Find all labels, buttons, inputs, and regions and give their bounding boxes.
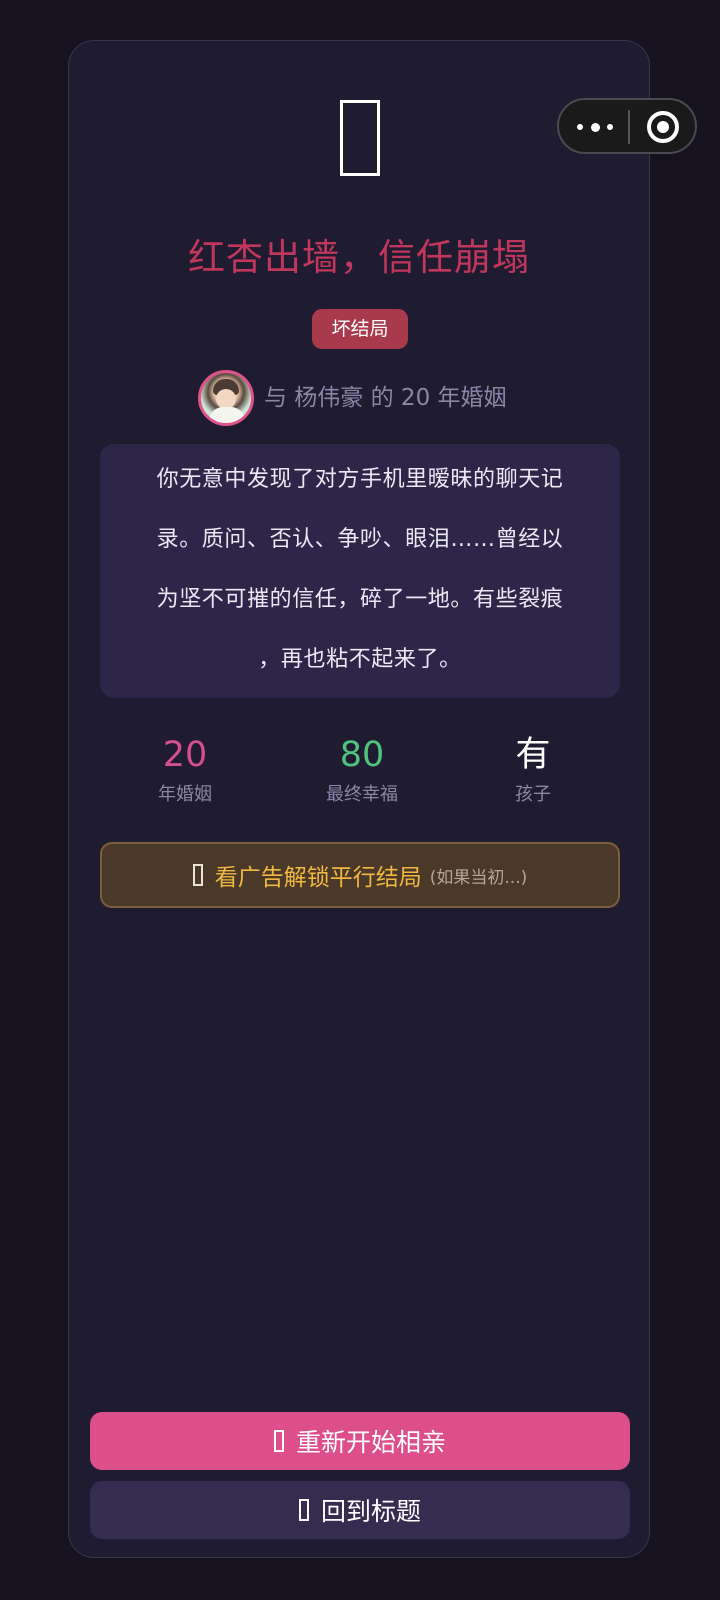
marriage-summary: 与 杨伟豪 的 20 年婚姻: [264, 385, 507, 411]
missing-glyph-icon: [273, 1430, 284, 1452]
missing-glyph-icon: [192, 864, 203, 886]
stat-value: 有: [515, 735, 551, 775]
stat-happiness: 80 最终幸福: [287, 730, 437, 810]
stat-label: 最终幸福: [326, 784, 398, 805]
unlock-label: 看广告解锁平行结局: [214, 865, 422, 891]
missing-glyph-icon: [298, 1499, 309, 1521]
stat-value: 20: [162, 735, 208, 775]
stat-value: 80: [339, 735, 385, 775]
story-line: 为坚不可摧的信任，碎了一地。有些裂痕: [156, 587, 564, 612]
target-close-icon[interactable]: [647, 111, 679, 143]
ending-title: 红杏出墙，信任崩塌: [188, 236, 530, 279]
stat-years: 20 年婚姻: [110, 730, 260, 810]
restart-matchmaking-button[interactable]: 重新开始相亲: [90, 1412, 630, 1470]
stat-label: 年婚姻: [158, 784, 212, 805]
back-to-title-button[interactable]: 回到标题: [90, 1481, 630, 1539]
story-line: 你无意中发现了对方手机里暧昧的聊天记: [156, 467, 564, 492]
story-line: 录。质问、否认、争吵、眼泪……曾经以: [156, 527, 564, 552]
ending-type-badge: 坏结局: [312, 309, 408, 349]
mini-program-capsule: [557, 98, 697, 154]
restart-label: 重新开始相亲: [295, 1428, 446, 1457]
stat-label: 孩子: [515, 784, 551, 805]
unlock-parallel-ending-button[interactable]: 看广告解锁平行结局 (如果当初...): [100, 842, 620, 908]
capsule-divider: [628, 110, 630, 144]
missing-glyph-icon: [340, 100, 380, 176]
unlock-hint: (如果当初...): [429, 867, 528, 888]
stat-children: 有 孩子: [458, 730, 608, 810]
back-to-title-label: 回到标题: [320, 1497, 421, 1526]
ending-stats: 20 年婚姻 80 最终幸福 有 孩子: [100, 730, 620, 810]
ending-story: 你无意中发现了对方手机里暧昧的聊天记 录。质问、否认、争吵、眼泪……曾经以 为坚…: [100, 444, 620, 698]
more-dots-icon[interactable]: [577, 114, 613, 140]
story-line: ，再也粘不起来了。: [258, 647, 462, 672]
partner-avatar: [198, 370, 254, 426]
